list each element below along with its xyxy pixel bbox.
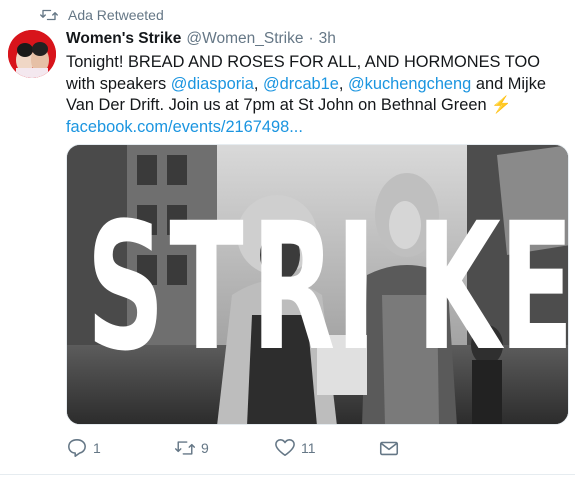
tweet-divider [0,474,575,475]
reply-icon [68,439,86,457]
direct-message-button[interactable] [378,436,400,460]
reply-button[interactable]: 1 [66,436,101,460]
mention-link[interactable]: @diasporia [171,75,254,93]
retweet-icon [174,441,196,455]
tweet-photo[interactable]: S T R I K E [66,144,569,425]
heart-icon [275,439,295,457]
strike-letter: S [86,185,165,390]
strike-letter: R [251,185,336,390]
mention-link[interactable]: @drcab1e [263,75,339,93]
strike-overlay-text: S T R I K E [67,185,569,390]
separator-dot: · [308,30,314,47]
lightning-emoji: ⚡ [491,96,512,114]
tweet-time[interactable]: 3h [319,30,336,48]
mention-link[interactable]: @kuchengcheng [348,75,471,93]
like-button[interactable]: 11 [274,436,316,460]
tweet-header: Women's Strike @Women_Strike · 3h [66,30,336,48]
tweet-text-separator: , [253,74,264,93]
retweet-icon [40,9,58,21]
strike-letter: K [416,185,502,390]
like-count: 11 [301,440,316,456]
author-handle[interactable]: @Women_Strike [186,30,303,48]
tweet-text-separator: , [338,74,349,93]
strike-letter: E [499,185,569,390]
author-name[interactable]: Women's Strike [66,30,181,48]
reply-count: 1 [93,440,101,456]
retweet-context[interactable]: Ada Retweeted [40,6,164,24]
strike-letter: T [168,185,244,390]
tweet-actions: 1 9 11 [66,436,426,460]
external-link[interactable]: facebook.com/events/2167498... [66,118,303,136]
retweeted-by-label: Ada Retweeted [68,7,164,23]
envelope-icon [379,441,399,456]
avatar[interactable] [8,30,56,78]
strike-letter: I [335,185,377,390]
retweet-count: 9 [201,440,209,456]
tweet-text: Tonight! BREAD AND ROSES FOR ALL, AND HO… [66,52,561,138]
retweet-button[interactable]: 9 [174,436,209,460]
